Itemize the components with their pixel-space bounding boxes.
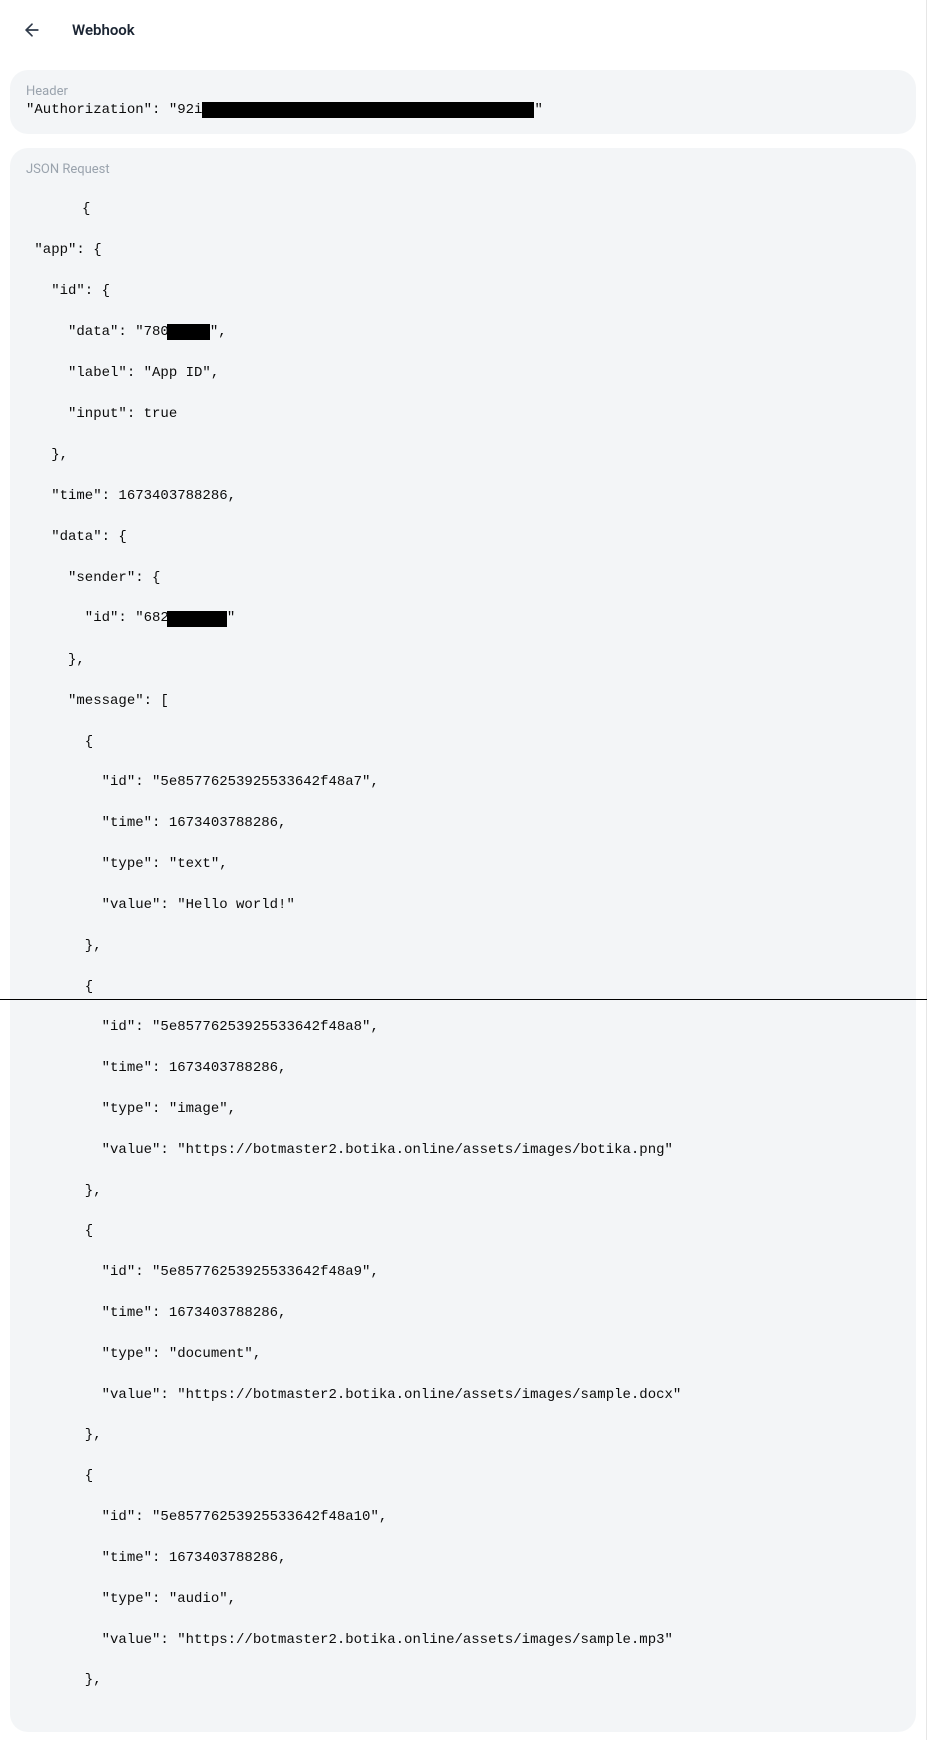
- code-line: "type": "document",: [26, 1344, 900, 1364]
- json-request-label: JSON Request: [26, 162, 900, 177]
- auth-prefix: "Authorization": "92i: [26, 101, 202, 120]
- redacted-block: [202, 102, 534, 118]
- code-line: "id": "5e85776253925533642f48a7",: [26, 772, 900, 792]
- code-line: "time": 1673403788286,: [26, 1303, 900, 1323]
- code-line: "id": "5e85776253925533642f48a10",: [26, 1507, 900, 1527]
- code-line: "input": true: [26, 404, 900, 424]
- code-line: "value": "Hello world!": [26, 895, 900, 915]
- code-line: {: [26, 1466, 900, 1486]
- code-line: "type": "image",: [26, 1099, 900, 1119]
- code-line: "value": "https://botmaster2.botika.onli…: [26, 1385, 900, 1405]
- redacted-block: [167, 324, 210, 340]
- header-label: Header: [26, 84, 900, 99]
- code-line: "data": {: [26, 527, 900, 547]
- code-line: "time": 1673403788286,: [26, 1058, 900, 1078]
- code-line: "time": 1673403788286,: [26, 1548, 900, 1568]
- code-line: "app": {: [26, 240, 900, 260]
- auth-suffix: ": [534, 101, 542, 120]
- code-line: },: [26, 1670, 900, 1690]
- code-line: "id": "5e85776253925533642f48a8",: [26, 1017, 900, 1037]
- code-line: "id": {: [26, 281, 900, 301]
- code-line: "sender": {: [26, 568, 900, 588]
- header-value: "Authorization": "92i ": [26, 101, 900, 120]
- code-line: },: [26, 650, 900, 670]
- code-line: },: [26, 1181, 900, 1201]
- code-line: },: [26, 936, 900, 956]
- code-line: "type": "text",: [26, 854, 900, 874]
- json-body: { "app": { "id": { "data": "780", "label…: [26, 179, 900, 1732]
- code-line: "type": "audio",: [26, 1589, 900, 1609]
- page-title: Webhook: [72, 21, 135, 39]
- code-line: "data": "780",: [26, 322, 900, 343]
- header-card: Header "Authorization": "92i ": [10, 70, 916, 134]
- code-line: "time": 1673403788286,: [26, 486, 900, 506]
- code-line: {: [26, 732, 900, 752]
- code-line: "id": "682": [26, 608, 900, 629]
- code-line: },: [26, 1425, 900, 1445]
- code-line: "value": "https://botmaster2.botika.onli…: [26, 1140, 900, 1160]
- arrow-left-icon: [22, 20, 42, 40]
- code-line: {: [26, 199, 900, 219]
- json-request-card: JSON Request { "app": { "id": { "data": …: [10, 148, 916, 1732]
- code-line: "time": 1673403788286,: [26, 813, 900, 833]
- code-line: "message": [: [26, 691, 900, 711]
- back-button[interactable]: [20, 18, 44, 42]
- code-line: "id": "5e85776253925533642f48a9",: [26, 1262, 900, 1282]
- code-line: "value": "https://botmaster2.botika.onli…: [26, 1630, 900, 1650]
- redacted-block: [167, 611, 227, 627]
- code-line: },: [26, 445, 900, 465]
- code-line: {: [26, 977, 900, 997]
- code-line: {: [26, 1221, 900, 1241]
- code-line: "label": "App ID",: [26, 363, 900, 383]
- topbar: Webhook: [0, 0, 926, 56]
